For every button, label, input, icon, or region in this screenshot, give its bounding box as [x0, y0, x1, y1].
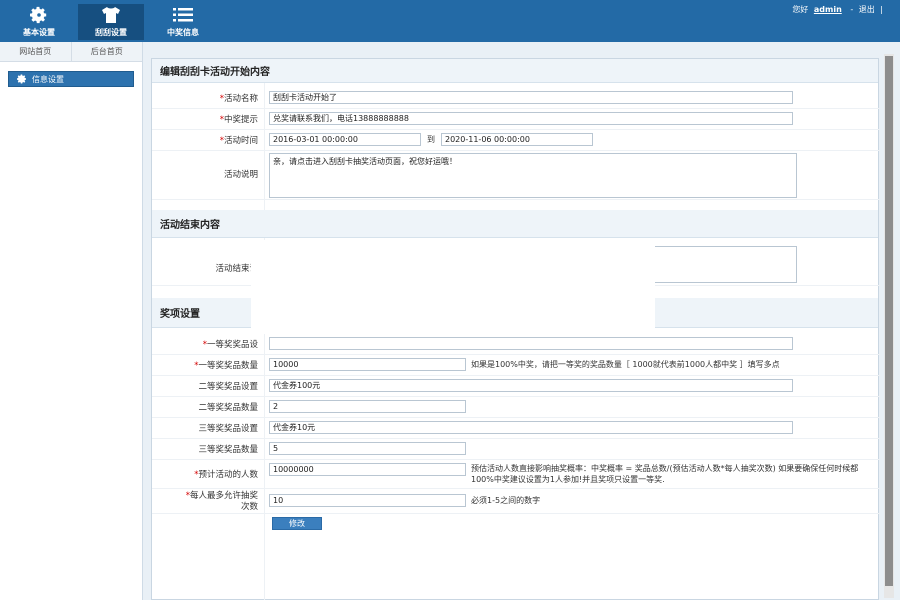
row-estimated-participants: *预计活动的人数 预估活动人数直接影响抽奖概率：中奖概率 = 奖品总数/(预估活… [152, 461, 880, 489]
end-description-label: 活动结束说 [215, 264, 258, 274]
max-draws-label: *每人最多允许抽奖 次数 [185, 491, 258, 512]
sidebar-tab-site-home[interactable]: 网站首页 [0, 42, 71, 61]
row-prize2-qty: 二等奖奖品数量 [152, 398, 880, 418]
prize3-name-input[interactable] [269, 421, 793, 434]
row-prize1-qty: *一等奖奖品数量 如果是100%中奖，请把一等奖的奖品数量［ 1000就代表前1… [152, 356, 880, 376]
prize-tip-label: *中奖提示 [219, 115, 258, 125]
prize1-qty-hint: 如果是100%中奖，请把一等奖的奖品数量［ 1000就代表前1000人都中奖 ］… [471, 360, 780, 369]
description-textarea[interactable]: 亲，请点击进入刮刮卡抽奖活动页面，祝您好运哦！ [269, 153, 797, 198]
vertical-scrollbar[interactable] [884, 54, 894, 598]
topnav-basic-settings[interactable]: 基本设置 [6, 4, 72, 40]
prize3-name-label: 三等奖奖品设置 [198, 424, 258, 434]
username-link[interactable]: admin [814, 5, 842, 14]
logout-link[interactable]: 退出 [859, 5, 875, 14]
blank-overlay [251, 240, 655, 334]
activity-time-label: *活动时间 [219, 136, 258, 146]
estimated-participants-input[interactable] [269, 463, 466, 476]
gear-icon [17, 74, 26, 84]
sidebar-item-label: 信息设置 [32, 74, 64, 84]
row-prize3-qty: 三等奖奖品数量 [152, 440, 880, 460]
end-time-input[interactable] [441, 133, 593, 146]
list-icon [173, 4, 193, 26]
top-nav: 基本设置 刮刮设置 中奖信息 [6, 4, 222, 40]
start-time-input[interactable] [269, 133, 421, 146]
shirt-icon [101, 4, 121, 26]
estimated-participants-hint: 预估活动人数直接影响抽奖概率：中奖概率 = 奖品总数/(预估活动人数*每人抽奖次… [471, 464, 859, 484]
row-prize1-name: *一等奖奖品设 [152, 335, 880, 355]
activity-name-label: *活动名称 [219, 94, 258, 104]
sidebar-tab-admin-home[interactable]: 后台首页 [70, 42, 142, 61]
main-panel: 编辑刮刮卡活动开始内容 *活动名称 *中奖提示 *活动时间 到 活动说明 亲，请… [151, 58, 880, 600]
description-label: 活动说明 [223, 170, 258, 180]
prize1-qty-label: *一等奖奖品数量 [194, 361, 258, 371]
estimated-participants-label: *预计活动的人数 [194, 470, 258, 480]
topnav-winner-info[interactable]: 中奖信息 [150, 4, 216, 40]
row-description: 活动说明 亲，请点击进入刮刮卡抽奖活动页面，祝您好运哦！ [152, 152, 880, 200]
prize1-name-label: *一等奖奖品设 [202, 340, 258, 350]
greeting-text: 您好 [792, 5, 809, 14]
section-title-start: 编辑刮刮卡活动开始内容 [152, 59, 878, 83]
prize2-name-input[interactable] [269, 379, 793, 392]
topnav-label: 刮刮设置 [95, 28, 127, 37]
sidebar-tabs: 网站首页 后台首页 [0, 42, 142, 62]
row-activity-time: *活动时间 到 [152, 131, 880, 151]
gear-icon [30, 4, 48, 26]
section-title-end: 活动结束内容 [152, 210, 878, 238]
topnav-label: 基本设置 [23, 28, 55, 37]
max-draws-hint: 必须1-5之间的数字 [471, 496, 541, 505]
prize2-qty-label: 二等奖奖品数量 [198, 403, 258, 413]
row-prize3-name: 三等奖奖品设置 [152, 419, 880, 439]
to-label: 到 [427, 135, 435, 144]
submit-button[interactable]: 修改 [272, 517, 322, 530]
prize2-name-label: 二等奖奖品设置 [198, 382, 258, 392]
row-prize2-name: 二等奖奖品设置 [152, 377, 880, 397]
sidebar: 网站首页 后台首页 信息设置 [0, 42, 143, 600]
pipe-separator: | [880, 5, 883, 14]
row-activity-name: *活动名称 [152, 89, 880, 109]
row-prize-tip: *中奖提示 [152, 110, 880, 130]
separator: - [850, 5, 854, 14]
prize3-qty-label: 三等奖奖品数量 [198, 445, 258, 455]
activity-name-input[interactable] [269, 91, 793, 104]
scrollbar-thumb[interactable] [885, 56, 893, 586]
topnav-scratch-settings[interactable]: 刮刮设置 [78, 4, 144, 40]
prize-tip-input[interactable] [269, 112, 793, 125]
user-bar: 您好 admin - 退出 | [792, 4, 886, 15]
top-bar: 基本设置 刮刮设置 中奖信息 您好 admin - 退出 | [0, 0, 900, 42]
sidebar-item-info-settings[interactable]: 信息设置 [8, 71, 134, 87]
prize1-qty-input[interactable] [269, 358, 466, 371]
row-max-draws: *每人最多允许抽奖次数 必须1-5之间的数字 [152, 490, 880, 514]
prize3-qty-input[interactable] [269, 442, 466, 455]
topnav-label: 中奖信息 [167, 28, 199, 37]
prize2-qty-input[interactable] [269, 400, 466, 413]
prize1-name-input[interactable] [269, 337, 793, 350]
max-draws-input[interactable] [269, 494, 466, 507]
